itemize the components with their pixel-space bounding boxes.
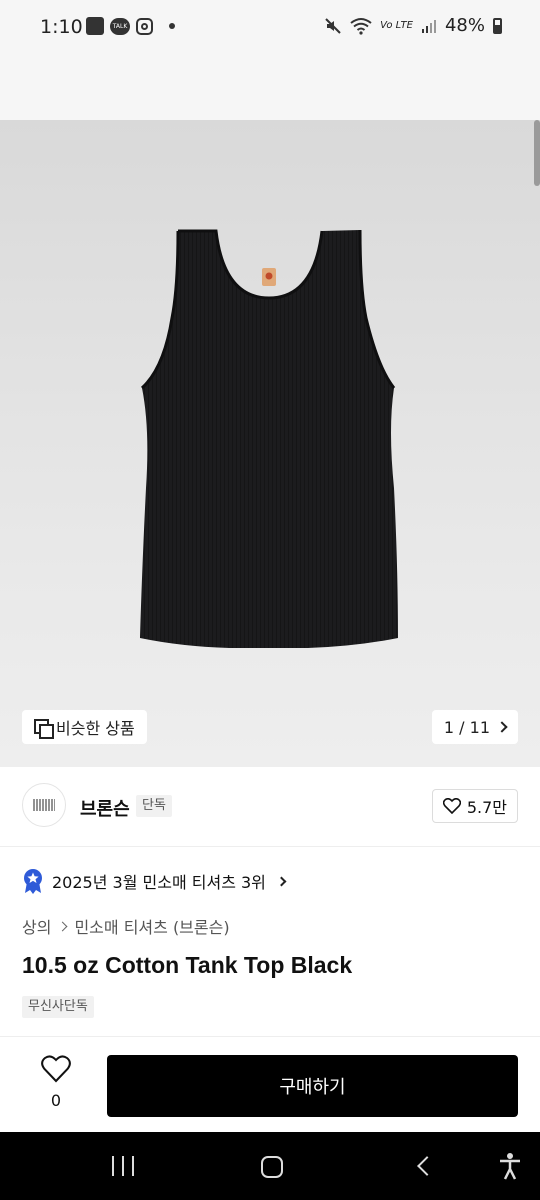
- image-page-count: 1 / 11: [443, 717, 490, 737]
- wifi-icon: [350, 17, 372, 35]
- mute-icon: [325, 17, 341, 34]
- brand-logo-image: [33, 799, 55, 811]
- ranking-medal-icon: [24, 869, 42, 894]
- calendar-icon: [86, 17, 104, 35]
- product-image-carousel[interactable]: 비슷한 상품 1 / 11: [0, 120, 540, 767]
- ranking-text: 2025년 3월 민소매 티셔츠 3위: [52, 873, 266, 892]
- recent-apps-icon[interactable]: [112, 1156, 134, 1176]
- scrollbar[interactable]: [534, 120, 540, 186]
- status-right-icons: Vo LTE 48%: [324, 15, 502, 36]
- status-bar: 1:10 TALK Vo LTE 48%: [0, 0, 540, 56]
- brand-row: 브론슨 단독 5.7만: [0, 767, 540, 847]
- kakaotalk-icon: TALK: [110, 17, 130, 35]
- breadcrumb-category[interactable]: 상의: [22, 914, 51, 938]
- status-time: 1:10: [40, 16, 83, 38]
- brand-like-button[interactable]: 5.7만: [431, 789, 518, 823]
- wishlist-count: 0: [50, 1091, 62, 1110]
- battery-icon: [493, 17, 502, 34]
- brand-exclusive-badge: 단독: [136, 795, 172, 817]
- ranking-link[interactable]: 2025년 3월 민소매 티셔츠 3위: [22, 868, 287, 894]
- breadcrumb-subcategory[interactable]: 민소매 티셔츠 (브론슨): [74, 914, 229, 938]
- product-title: 10.5 oz Cotton Tank Top Black: [22, 952, 353, 978]
- instagram-icon: [136, 17, 153, 35]
- brand-logo[interactable]: [22, 783, 66, 827]
- buy-button[interactable]: 구매하기: [107, 1055, 518, 1117]
- chevron-right-icon: [276, 876, 287, 886]
- chevron-right-icon: [58, 921, 68, 931]
- signal-icon: [421, 19, 436, 33]
- similar-products-button[interactable]: 비슷한 상품: [22, 710, 147, 744]
- bottom-action-bar: 0 구매하기: [0, 1036, 540, 1132]
- similar-products-label: 비슷한 상품: [56, 719, 135, 738]
- volte-icon: Vo LTE: [380, 20, 413, 31]
- accessibility-icon[interactable]: [498, 1152, 522, 1180]
- notification-icons: TALK: [86, 17, 175, 35]
- chevron-right-icon: [496, 721, 508, 733]
- system-navigation-bar: [0, 1132, 540, 1200]
- image-page-indicator[interactable]: 1 / 11: [431, 710, 518, 744]
- exclusive-tag: 무신사단독: [22, 996, 94, 1018]
- heart-icon: [41, 1055, 71, 1083]
- more-notifications-dot-icon: [169, 23, 175, 29]
- battery-percent: 48%: [444, 15, 485, 36]
- header-area: [0, 56, 540, 120]
- similar-items-icon: [34, 719, 54, 739]
- brand-name[interactable]: 브론슨: [80, 795, 130, 821]
- product-photo: [140, 229, 398, 648]
- heart-icon: [442, 798, 461, 814]
- wishlist-button[interactable]: 0: [34, 1055, 78, 1115]
- home-icon[interactable]: [261, 1156, 283, 1178]
- breadcrumb: 상의 민소매 티셔츠 (브론슨): [22, 914, 230, 938]
- brand-like-count: 5.7만: [466, 798, 507, 817]
- back-icon[interactable]: [417, 1156, 437, 1176]
